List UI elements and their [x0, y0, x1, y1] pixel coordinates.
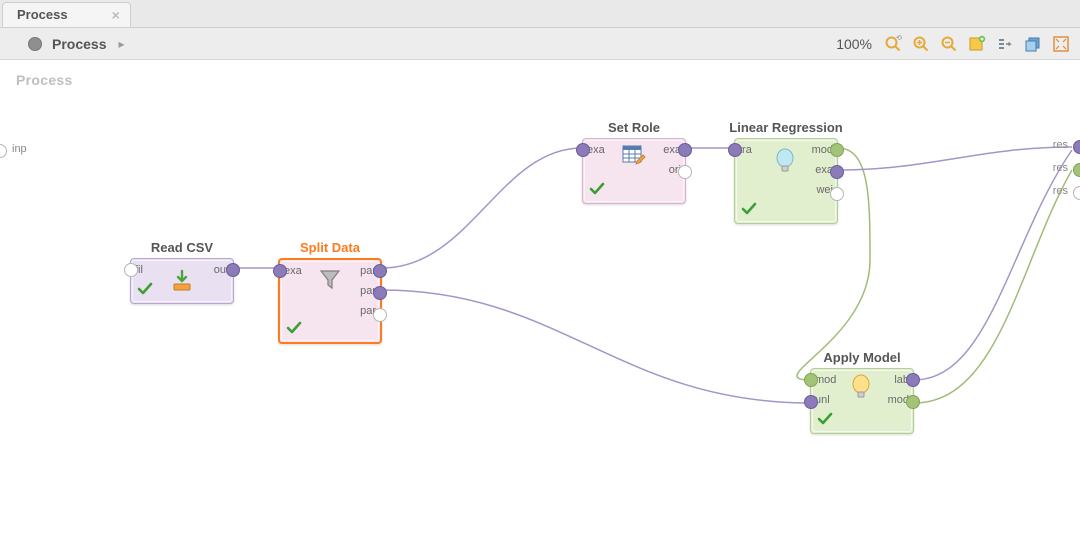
breadcrumb[interactable]: Process ▸: [28, 36, 125, 52]
process-dot-icon: [28, 37, 42, 51]
tab-process[interactable]: Process ×: [2, 2, 131, 27]
fit-to-screen-icon[interactable]: [1052, 35, 1070, 53]
check-icon: [817, 412, 833, 429]
tab-label: Process: [17, 7, 68, 22]
operator-split-data[interactable]: exa par par par: [278, 258, 382, 344]
output-port[interactable]: [373, 264, 387, 278]
breadcrumb-label: Process: [52, 36, 106, 52]
toolbar: 100% ⟲: [836, 35, 1070, 53]
output-port[interactable]: [678, 165, 692, 179]
bulb-icon: [773, 148, 799, 174]
output-port[interactable]: [830, 165, 844, 179]
input-port[interactable]: [804, 395, 818, 409]
svg-text:⟲: ⟲: [896, 35, 902, 42]
output-port[interactable]: [906, 395, 920, 409]
port-label: mod: [815, 374, 836, 387]
output-port[interactable]: [830, 187, 844, 201]
tab-strip: Process ×: [0, 0, 1080, 28]
operator-label-linear-regression: Linear Regression: [716, 120, 856, 135]
operator-linear-regression[interactable]: tra mod exa wei: [734, 138, 838, 224]
process-output-port-1[interactable]: [1073, 140, 1080, 154]
zoom-in-icon[interactable]: [912, 35, 930, 53]
check-icon: [286, 321, 302, 338]
check-icon: [741, 202, 757, 219]
operator-label-read-csv: Read CSV: [130, 240, 234, 255]
canvas-title: Process: [16, 72, 73, 88]
output-port[interactable]: [678, 143, 692, 157]
input-port[interactable]: [804, 373, 818, 387]
funnel-icon: [317, 267, 343, 293]
output-port[interactable]: [373, 308, 387, 322]
process-output-port-3[interactable]: [1073, 186, 1080, 200]
breadcrumb-bar: Process ▸ 100% ⟲: [0, 28, 1080, 60]
input-port[interactable]: [576, 143, 590, 157]
operator-set-role[interactable]: exa exa ori: [582, 138, 686, 204]
operator-label-split-data: Split Data: [278, 240, 382, 255]
layers-icon[interactable]: [1024, 35, 1042, 53]
bulb-icon: [849, 374, 875, 400]
table-edit-icon: [621, 143, 647, 169]
process-input-port[interactable]: [0, 144, 7, 158]
process-output-label-2: res: [1053, 162, 1068, 174]
input-port[interactable]: [124, 263, 138, 277]
close-icon[interactable]: ×: [112, 8, 120, 22]
chevron-right-icon: ▸: [118, 37, 124, 51]
zoom-out-icon[interactable]: [940, 35, 958, 53]
check-icon: [137, 282, 153, 299]
download-icon: [169, 268, 195, 294]
input-port[interactable]: [273, 264, 287, 278]
operator-label-apply-model: Apply Model: [810, 350, 914, 365]
process-output-label-3: res: [1053, 185, 1068, 197]
process-input-label: inp: [12, 143, 27, 155]
input-port[interactable]: [728, 143, 742, 157]
output-port[interactable]: [830, 143, 844, 157]
operator-label-set-role: Set Role: [582, 120, 686, 135]
check-icon: [589, 182, 605, 199]
process-output-port-2[interactable]: [1073, 163, 1080, 177]
auto-arrange-icon[interactable]: [996, 35, 1014, 53]
output-port[interactable]: [226, 263, 240, 277]
zoom-level: 100%: [836, 36, 872, 52]
output-port[interactable]: [373, 286, 387, 300]
process-canvas[interactable]: Process inp res res res Read CSV fil out: [0, 60, 1080, 533]
zoom-reset-icon[interactable]: ⟲: [884, 35, 902, 53]
operator-apply-model[interactable]: mod unl lab mod: [810, 368, 914, 434]
operator-read-csv[interactable]: fil out: [130, 258, 234, 304]
add-note-icon[interactable]: [968, 35, 986, 53]
output-port[interactable]: [906, 373, 920, 387]
process-output-label-1: res: [1053, 139, 1068, 151]
